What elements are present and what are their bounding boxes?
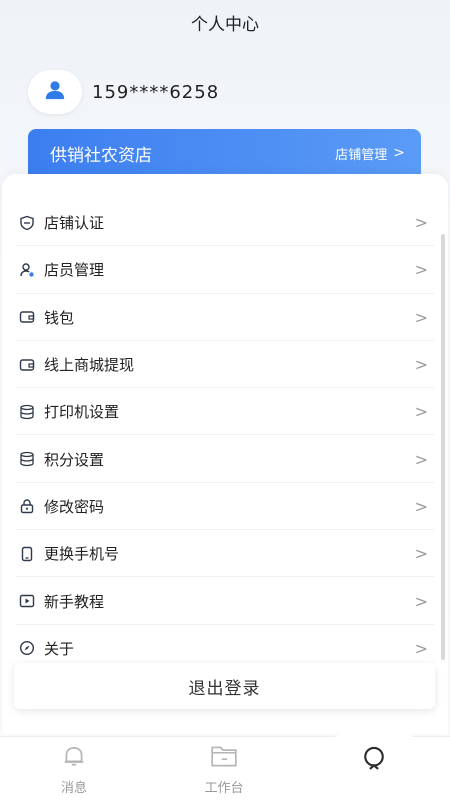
menu-item-change-password[interactable]: 修改密码 >	[2, 483, 442, 531]
store-manage-link[interactable]: 店铺管理 >	[335, 144, 405, 163]
page-header: 个人中心	[0, 0, 450, 44]
shield-icon	[18, 214, 36, 232]
tab-label: 消息	[60, 780, 87, 796]
stack-icon	[18, 450, 36, 468]
avatar[interactable]	[28, 70, 82, 114]
chevron-right-icon: >	[414, 544, 428, 564]
menu-item-beginner-tutorial[interactable]: 新手教程 >	[2, 577, 442, 625]
profile-section: 159****6258	[28, 70, 219, 114]
menu-item-label: 更换手机号	[44, 545, 120, 564]
chevron-right-icon: >	[414, 355, 428, 375]
menu-item-change-phone[interactable]: 更换手机号 >	[2, 530, 442, 578]
scrollbar[interactable]	[441, 234, 445, 660]
user-phone: 159****6258	[92, 81, 220, 103]
menu-item-label: 钱包	[44, 308, 75, 327]
chevron-right-icon: >	[414, 307, 428, 327]
menu-item-online-mall-withdraw[interactable]: 线上商城提现 >	[2, 341, 442, 389]
person-outline-icon	[360, 745, 388, 777]
menu-item-label: 线上商城提现	[44, 356, 135, 375]
menu-item-store-certification[interactable]: 店铺认证 >	[2, 199, 442, 247]
chevron-right-icon: >	[414, 402, 428, 422]
tab-messages[interactable]: 消息	[24, 737, 124, 800]
tab-label: 工作台	[204, 780, 244, 796]
menu-card: 店铺认证 > 店员管理 > 钱包 > 线上商城提现 > 打印机设置 > 积分设置…	[2, 174, 448, 734]
folder-icon	[209, 743, 239, 773]
menu-item-label: 新手教程	[44, 592, 105, 611]
menu-item-printer-settings[interactable]: 打印机设置 >	[2, 388, 442, 436]
chevron-right-icon: >	[414, 213, 428, 233]
menu-item-label: 打印机设置	[44, 403, 120, 422]
user-icon	[44, 79, 66, 105]
menu-item-points-settings[interactable]: 积分设置 >	[2, 435, 442, 484]
phone-icon	[18, 545, 36, 563]
database-icon	[18, 403, 36, 421]
menu-item-label: 店员管理	[44, 261, 105, 280]
chevron-right-icon: >	[414, 260, 428, 280]
store-manage-label: 店铺管理	[335, 147, 388, 163]
bell-icon	[61, 743, 87, 773]
logout-button[interactable]: 退出登录	[14, 663, 435, 709]
chevron-right-icon: >	[414, 591, 428, 611]
menu-list: 店铺认证 > 店员管理 > 钱包 > 线上商城提现 > 打印机设置 > 积分设置…	[2, 199, 442, 673]
menu-item-staff-management[interactable]: 店员管理 >	[2, 246, 442, 294]
withdraw-icon	[18, 356, 36, 374]
chevron-right-icon: >	[393, 145, 405, 161]
page-title: 个人中心	[191, 14, 259, 35]
store-name: 供销社农资店	[50, 145, 152, 166]
menu-item-wallet[interactable]: 钱包 >	[2, 294, 442, 342]
menu-item-label: 店铺认证	[44, 214, 105, 233]
chevron-right-icon: >	[414, 449, 428, 469]
tab-bar: 消息 工作台	[0, 727, 450, 800]
tab-profile[interactable]	[324, 737, 424, 800]
menu-item-label: 关于	[44, 639, 75, 658]
menu-item-label: 修改密码	[44, 497, 105, 516]
store-banner: 供销社农资店 店铺管理 >	[28, 129, 421, 177]
staff-icon	[18, 261, 36, 279]
lock-icon	[18, 497, 36, 515]
menu-item-label: 积分设置	[44, 450, 105, 469]
play-icon	[18, 592, 36, 610]
chevron-right-icon: >	[414, 496, 428, 516]
chevron-right-icon: >	[414, 638, 428, 658]
tab-workbench[interactable]: 工作台	[174, 737, 274, 800]
wallet-icon	[18, 308, 36, 326]
compass-icon	[18, 639, 36, 657]
